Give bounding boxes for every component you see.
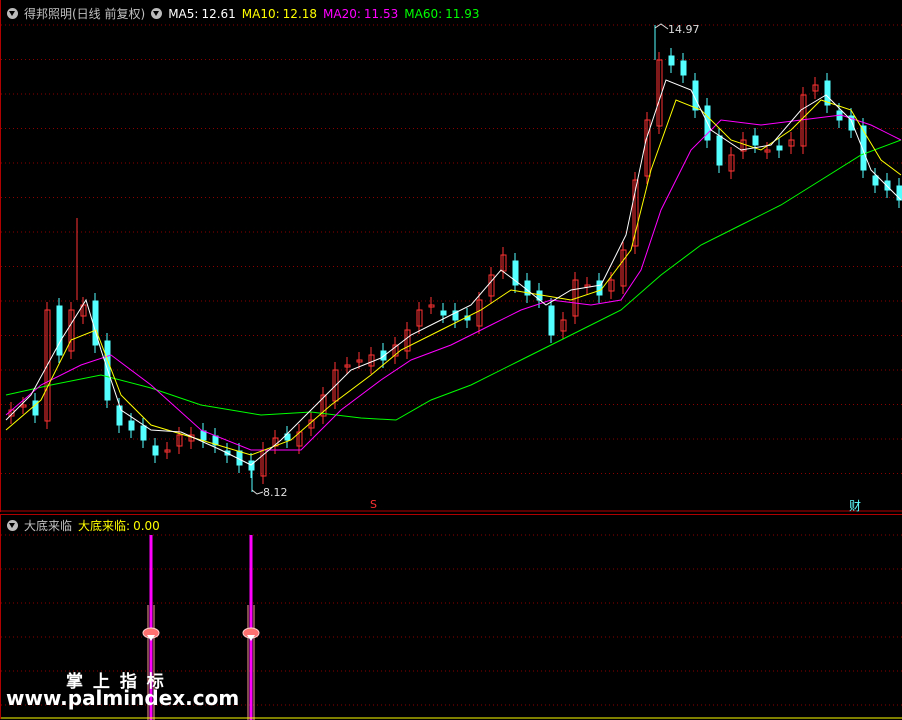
candle-body xyxy=(680,60,687,76)
ma60-label: MA60: xyxy=(404,6,443,21)
indicator-header: 大底来临 大底来临: 0.00 xyxy=(7,517,160,534)
candle-body xyxy=(152,445,159,456)
candle-body xyxy=(548,305,555,336)
candle-body xyxy=(128,420,135,431)
ma20-label: MA20: xyxy=(323,6,361,21)
candle-body xyxy=(440,310,447,316)
main-chart-panel[interactable]: 得邦照明(日线 前复权) MA5: 12.61 MA10: 12.18 MA20: 1… xyxy=(0,0,902,513)
candle-body xyxy=(596,280,603,296)
watermark-url: www.palmindex.com xyxy=(6,686,240,710)
ma60-line xyxy=(5,139,902,421)
ma10-label: MA10: xyxy=(241,6,280,21)
high-pointer xyxy=(654,23,669,30)
low-price-label: 8.12 xyxy=(263,486,288,499)
marker-s: S xyxy=(370,498,377,511)
ma60-value: 11.93 xyxy=(445,6,480,21)
ma5-label: MA5: xyxy=(168,6,199,21)
candle-body xyxy=(872,175,879,186)
candlestick-chart[interactable] xyxy=(1,0,902,512)
candle-body xyxy=(248,460,255,471)
indicator-name: 大底来临 xyxy=(24,519,73,533)
candle-body xyxy=(752,135,759,146)
chevron-down-icon[interactable] xyxy=(151,8,163,19)
main-header: 得邦照明(日线 前复权) MA5: 12.61 MA10: 12.18 MA20: 1… xyxy=(7,5,480,22)
low-pointer xyxy=(251,489,264,495)
stock-title: 得邦照明(日线 前复权) xyxy=(24,7,146,21)
candle-body xyxy=(56,305,63,356)
high-price-label: 14.97 xyxy=(668,23,700,36)
candle-body xyxy=(716,135,723,166)
candle-body xyxy=(116,405,123,426)
ma20-value: 11.53 xyxy=(363,6,399,21)
candle-body xyxy=(668,55,675,66)
marker-cai: 财 xyxy=(849,499,862,513)
indicator-line-value: 0.00 xyxy=(133,518,160,533)
candle-body xyxy=(140,425,147,441)
candle-body xyxy=(200,430,207,441)
chevron-down-icon[interactable] xyxy=(7,8,18,19)
indicator-line-label: 大底来临: xyxy=(78,519,131,533)
candle-body xyxy=(776,145,783,151)
ma10-value: 12.18 xyxy=(282,6,318,21)
ma20-line xyxy=(5,114,902,451)
chevron-down-icon[interactable] xyxy=(7,520,18,531)
ma5-value: 12.61 xyxy=(201,6,236,21)
ma5-line xyxy=(5,79,902,466)
